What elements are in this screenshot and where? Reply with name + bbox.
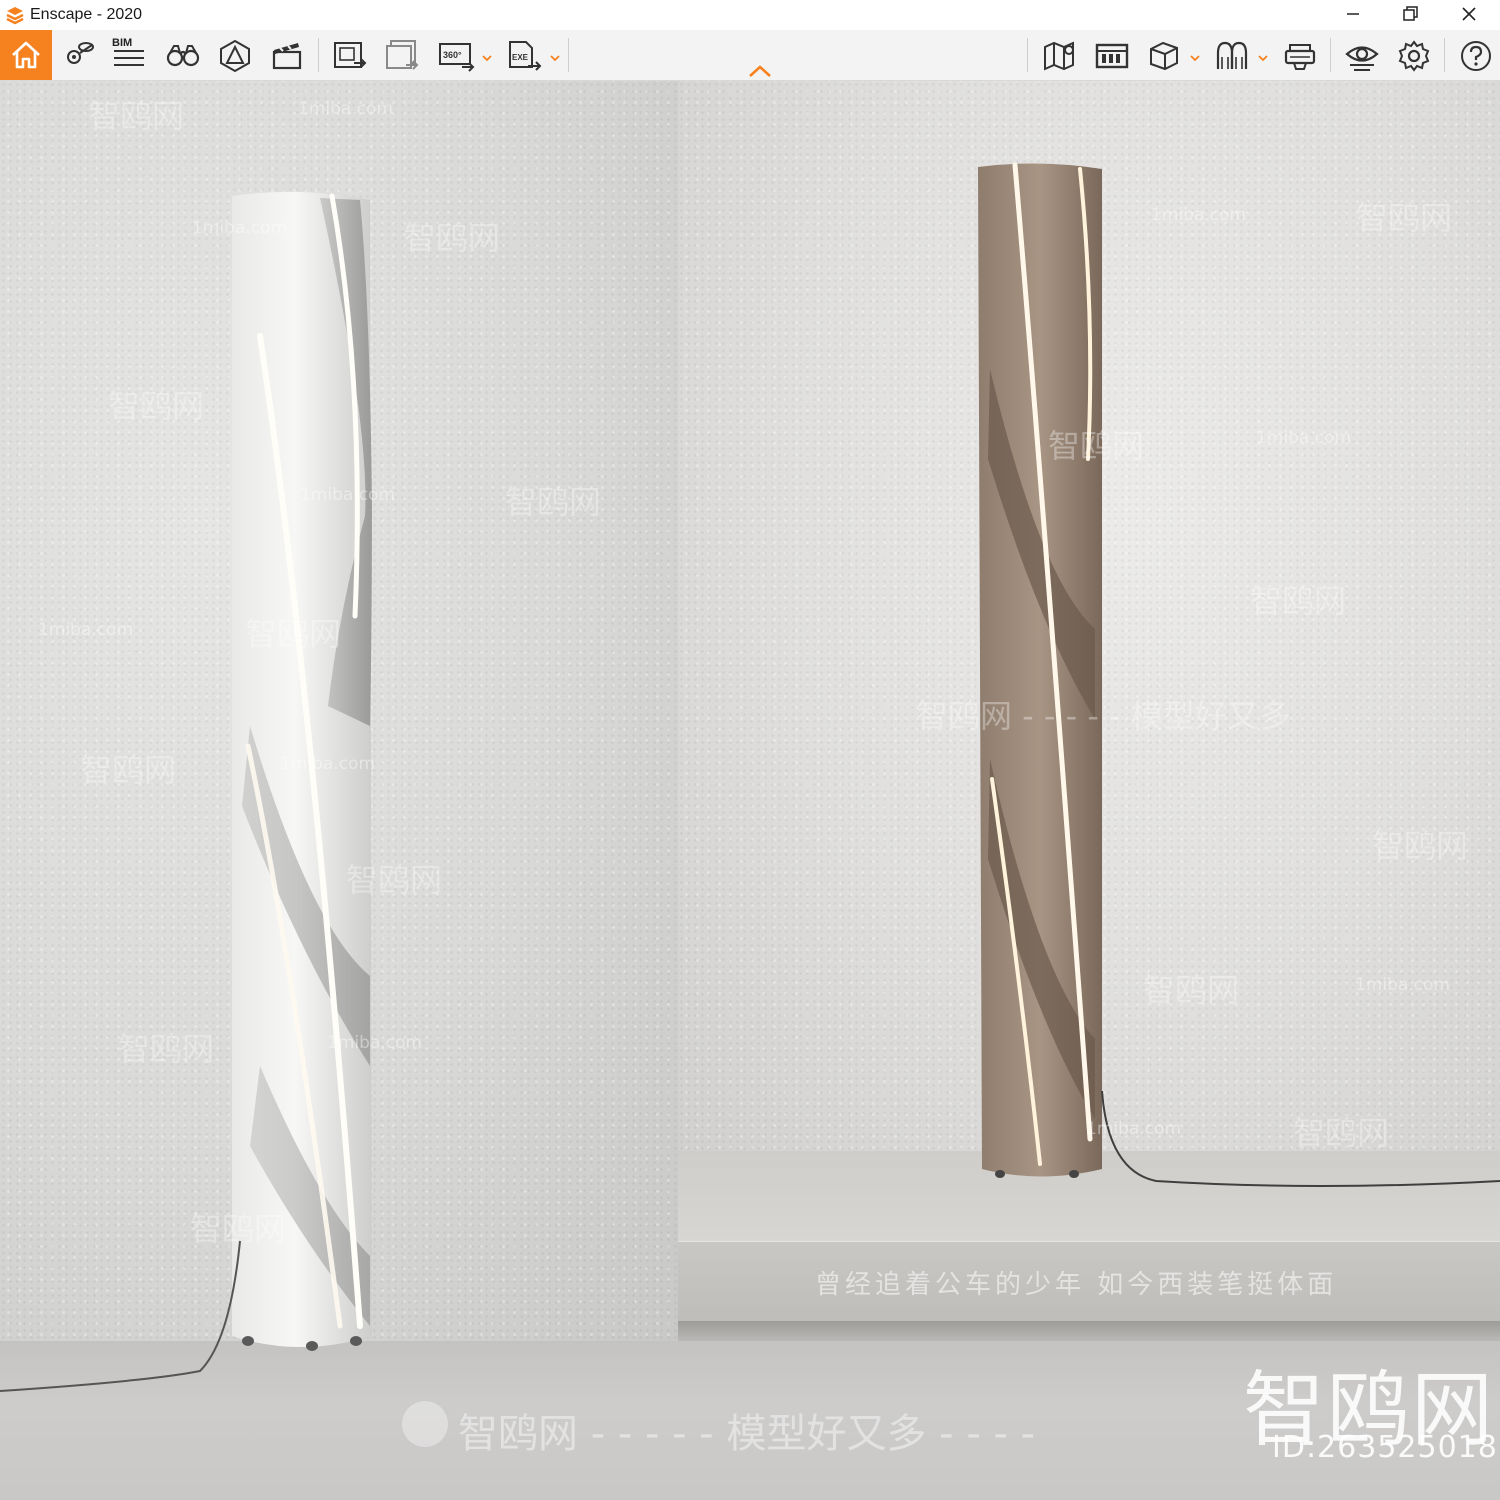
site-watermark: 1miba.com [280, 754, 376, 774]
restore-button[interactable] [1382, 0, 1440, 30]
panorama-label: 360° [443, 50, 462, 60]
enscape-logo-icon [6, 7, 24, 25]
bim-icon [114, 50, 144, 66]
screenshot-button[interactable] [326, 34, 370, 76]
brand-watermark: 智鸥网 [118, 1030, 215, 1068]
site-watermark: 1miba.com [192, 218, 288, 238]
atlas-button[interactable] [1088, 34, 1132, 76]
asset-library-icon [220, 39, 250, 73]
site-watermark: 1miba.com [1086, 1119, 1182, 1139]
toolbar-separator [318, 38, 319, 72]
settings-button[interactable] [1390, 34, 1434, 76]
site-watermark: 1miba.com [38, 620, 134, 640]
slogan-watermark: 智鸥网 - - - - - 模型好又多 [916, 697, 1291, 735]
map-icon [1044, 41, 1074, 71]
slogan-watermark-bottom: 智鸥网 - - - - - 模型好又多 - - - - [458, 1411, 1036, 1457]
brand-watermark: 智鸥网 [404, 219, 501, 257]
video-editor-icon [272, 43, 302, 70]
minimize-icon [1347, 13, 1359, 15]
help-button[interactable] [1452, 34, 1496, 76]
asset-library-button[interactable] [212, 34, 256, 76]
brand-watermark: 智鸥网 [1372, 827, 1469, 865]
brand-watermark: 智鸥网 [108, 387, 205, 425]
video-editor-button[interactable] [264, 34, 308, 76]
window-title: Enscape - 2020 [30, 6, 143, 23]
brand-watermark: 智鸥网 [245, 615, 342, 653]
model-id-label: ID:263525018 [1272, 1430, 1498, 1465]
brand-watermark: 智鸥网 [346, 861, 443, 899]
bim-button[interactable]: BIM [106, 34, 150, 76]
collapse-toolbar-chevron-icon[interactable] [747, 64, 773, 78]
toolbar-separator [1330, 38, 1331, 72]
map-button[interactable] [1036, 34, 1080, 76]
title-bar: Enscape - 2020 [0, 0, 1500, 30]
material-editor-button[interactable] [1208, 34, 1252, 76]
site-watermark: 1miba.com [298, 99, 394, 119]
white-marble-floor-lamp[interactable] [220, 186, 390, 1376]
batch-render-button[interactable] [378, 34, 422, 76]
minimize-button[interactable] [1324, 0, 1382, 30]
brand-watermark: 智鸥网 [1356, 199, 1453, 237]
exe-label: EXE [512, 53, 529, 62]
exe-export-button[interactable]: EXE [500, 34, 544, 76]
brand-watermark: 智鸥网 [505, 483, 602, 521]
toolbar-separator [1444, 38, 1445, 72]
site-watermark: 1miba.com [1355, 975, 1451, 995]
visibility-button[interactable] [1338, 34, 1382, 76]
site-watermark: 1miba.com [300, 485, 396, 505]
poem-watermark: 曾经追着公车的少年 如今西装笔挺体面 [815, 1270, 1338, 1300]
binoculars-button[interactable] [160, 34, 204, 76]
brand-watermark: 智鸥网 [80, 751, 177, 789]
home-button[interactable] [0, 30, 52, 80]
brand-watermark: 智鸥网 [1048, 427, 1145, 465]
panorama-button[interactable]: 360° [432, 34, 476, 76]
chevron-down-icon[interactable] [1190, 54, 1200, 62]
chevron-down-icon[interactable] [550, 54, 560, 62]
exe-export-icon: EXE [509, 41, 542, 71]
material-editor-icon [1216, 41, 1248, 69]
wood-floor-lamp[interactable] [970, 159, 1110, 1199]
site-watermark: 1miba.com [327, 1033, 423, 1053]
batch-render-icon [386, 40, 419, 70]
settings-icon [1398, 40, 1430, 72]
render-viewport[interactable]: 1miba.com 1miba.com 1miba.com 1miba.com … [0, 81, 1500, 1500]
brand-watermark: 智鸥网 [88, 97, 185, 135]
atlas-icon [1095, 43, 1129, 69]
panorama-export-icon: 360° [439, 43, 475, 72]
vr-headset-button[interactable] [1276, 34, 1320, 76]
view-management-icon [67, 42, 94, 64]
help-icon [1461, 41, 1491, 71]
visibility-icon [1345, 46, 1379, 71]
toolbar-separator [1027, 38, 1028, 72]
home-icon [12, 41, 40, 69]
brand-watermark: 智鸥网 [1143, 971, 1240, 1009]
brand-watermark: 智鸥网 [190, 1210, 287, 1248]
brand-logo-icon [402, 1401, 448, 1447]
plinth-shadow [678, 1321, 1500, 1343]
cube-view-button[interactable] [1140, 34, 1184, 76]
site-watermark: 1miba.com [1151, 205, 1247, 225]
site-watermark: 1miba.com [1256, 428, 1352, 448]
chevron-down-icon[interactable] [1258, 54, 1268, 62]
chevron-down-icon[interactable] [482, 54, 492, 62]
brand-watermark: 智鸥网 [1250, 582, 1347, 620]
close-icon [1462, 7, 1476, 21]
brand-watermark: 智鸥网 [1293, 1114, 1390, 1152]
toolbar-separator [568, 38, 569, 72]
screenshot-export-icon [334, 42, 367, 68]
view-management-button[interactable] [56, 34, 100, 76]
cube-icon [1150, 41, 1178, 71]
close-button[interactable] [1440, 0, 1498, 30]
vr-headset-icon [1284, 44, 1316, 70]
restore-icon [1403, 6, 1418, 21]
binoculars-icon [166, 45, 200, 67]
